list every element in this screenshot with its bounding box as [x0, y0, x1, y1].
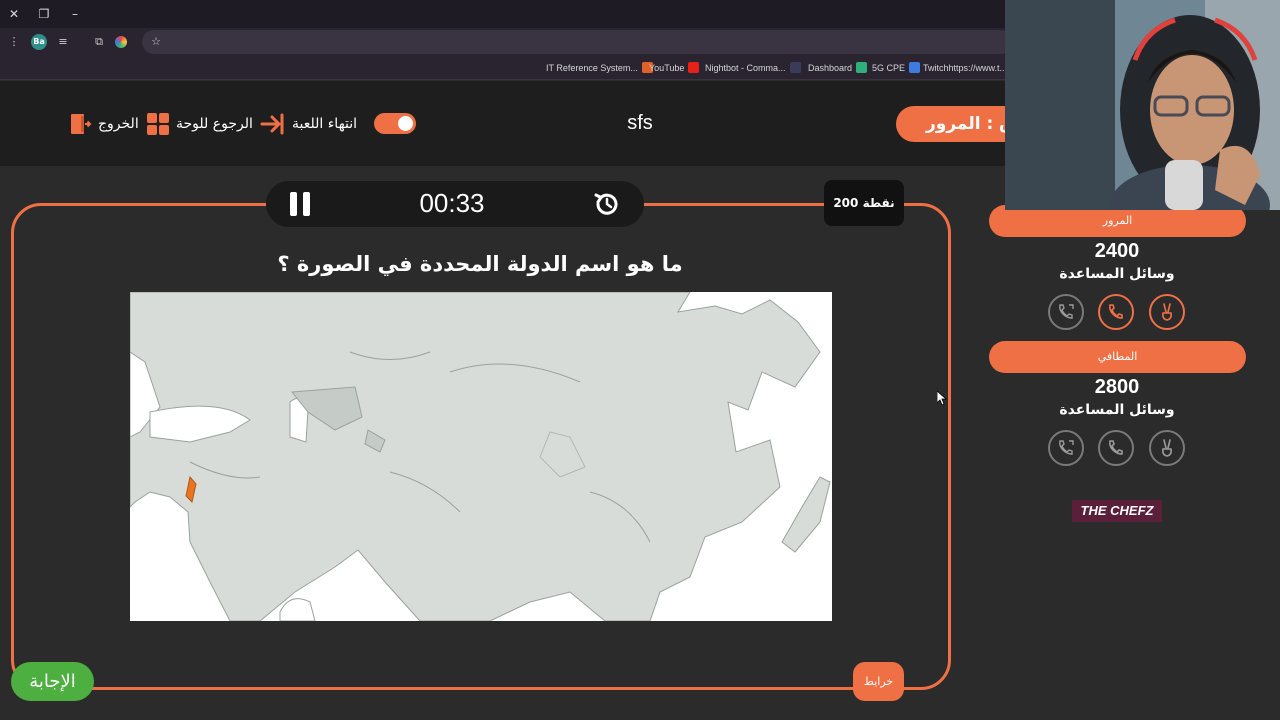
- back-label: الرجوع للوحة: [176, 116, 253, 132]
- swap-call-helper[interactable]: [1048, 294, 1084, 330]
- bookmark-5g-cpe[interactable]: 5G CPE: [872, 61, 921, 75]
- two-answers-helper[interactable]: [1149, 294, 1185, 330]
- youtube-icon: [688, 62, 700, 73]
- end-game-button[interactable]: انتهاء اللعبة: [258, 110, 357, 138]
- media-control-icon[interactable]: ≡: [55, 34, 71, 50]
- swap-call-icon: [1059, 440, 1074, 455]
- board-grid-icon: [147, 113, 169, 135]
- show-answer-button[interactable]: الإجابة: [11, 662, 94, 701]
- question-map-image: [130, 292, 832, 621]
- bookmark-youtube[interactable]: YouTube: [649, 61, 700, 75]
- streamer-webcam-illustration: [1005, 0, 1280, 210]
- close-window-icon[interactable]: ✕: [4, 4, 24, 24]
- arrow-exit-icon: [260, 113, 284, 135]
- phone-helper[interactable]: [1098, 294, 1134, 330]
- phone-helper[interactable]: [1098, 430, 1134, 466]
- exit-button[interactable]: الخروج: [68, 110, 139, 138]
- end-game-label: انتهاء اللعبة: [292, 116, 358, 132]
- 5g-cpe-icon: [909, 62, 921, 73]
- bookmark-label: Twitchhttps://www.t...: [923, 63, 1008, 73]
- points-badge: 200 نقطة: [824, 180, 904, 226]
- asia-map-illustration: [130, 292, 832, 621]
- menu-dots-icon[interactable]: ⋮: [6, 34, 22, 50]
- bookmark-dashboard[interactable]: Dashboard: [808, 61, 868, 75]
- swap-call-icon: [1059, 304, 1074, 319]
- bookmark-label: Nightbot - Comma...: [705, 63, 786, 73]
- two-answers-helper[interactable]: [1149, 430, 1185, 466]
- pause-icon[interactable]: [290, 192, 310, 216]
- webcam-overlay: [1005, 0, 1280, 210]
- team-score: 2400: [1094, 240, 1140, 262]
- exit-door-icon: [71, 114, 92, 134]
- dashboard-icon: [856, 62, 868, 73]
- settings-toggle[interactable]: [374, 113, 416, 134]
- mouse-cursor-icon: [937, 391, 947, 405]
- the-chefz-logo: THE CHEFZ: [1072, 500, 1162, 522]
- exit-label: الخروج: [98, 116, 139, 132]
- bookmark-nightbot[interactable]: Nightbot - Comma...: [705, 61, 801, 75]
- current-team-label: ق : المرور: [926, 114, 1015, 134]
- helpers-label: وسائل المساعدة: [1059, 402, 1175, 418]
- extension-avatar-icon[interactable]: Ba: [31, 34, 47, 50]
- address-bar[interactable]: ☆: [142, 30, 1012, 54]
- gear-icon: [398, 116, 413, 131]
- bookmark-label: 5G CPE: [872, 63, 906, 73]
- swap-call-helper[interactable]: [1048, 430, 1084, 466]
- peace-hand-icon: [1162, 303, 1172, 321]
- bookmark-label: YouTube: [649, 63, 685, 73]
- question-text: ما هو اسم الدولة المحددة في الصورة ؟: [277, 252, 683, 276]
- nightbot-icon: [789, 62, 801, 73]
- back-to-board-button[interactable]: الرجوع للوحة: [146, 110, 253, 138]
- bookmark-label: IT Reference System...: [546, 63, 638, 73]
- game-title: sfs: [627, 112, 653, 134]
- bookmark-it-reference[interactable]: IT Reference System...: [546, 61, 653, 75]
- color-extension-icon[interactable]: [115, 36, 127, 48]
- team-score: 2800: [1094, 376, 1140, 398]
- helpers-label: وسائل المساعدة: [1059, 266, 1175, 282]
- reset-timer-icon[interactable]: [592, 189, 622, 219]
- phone-icon: [1109, 304, 1123, 319]
- minimize-window-icon[interactable]: –: [65, 4, 85, 24]
- restore-window-icon[interactable]: ❐: [34, 4, 54, 24]
- team-name-badge: المطافي: [989, 341, 1246, 373]
- timer: 00:33: [419, 188, 485, 218]
- bookmark-label: Dashboard: [808, 63, 853, 73]
- bookmark-star-icon[interactable]: ☆: [148, 34, 164, 50]
- phone-icon: [1109, 440, 1123, 455]
- peace-hand-icon: [1162, 439, 1172, 457]
- category-badge: خرايط: [853, 662, 904, 701]
- extensions-puzzle-icon[interactable]: ⧉: [91, 34, 107, 50]
- bookmark-twitch[interactable]: Twitchhttps://www.t...: [923, 61, 1007, 75]
